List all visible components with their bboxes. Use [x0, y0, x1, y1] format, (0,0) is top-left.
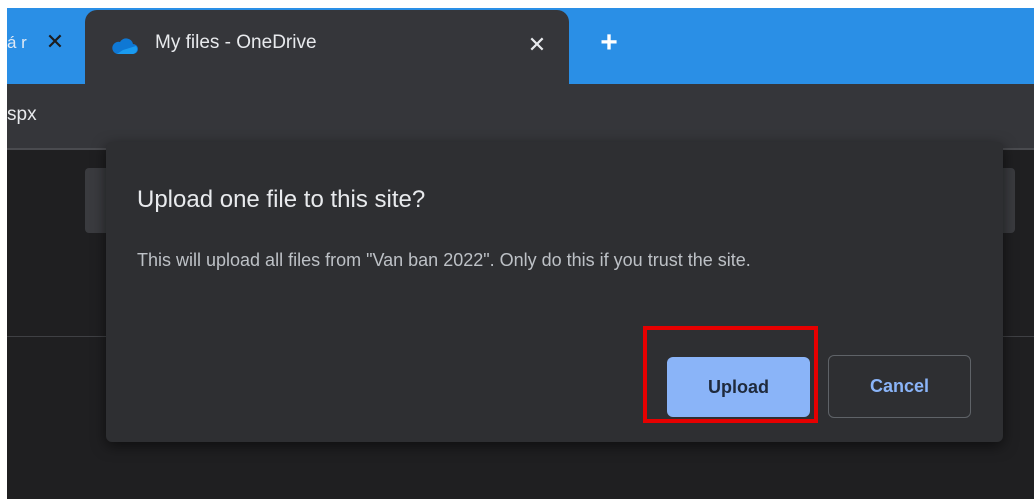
- highlight-box: [643, 326, 818, 423]
- tab-title: My files - OneDrive: [155, 32, 317, 53]
- cancel-button[interactable]: Cancel: [828, 355, 971, 418]
- browser-window: á r ✕ My files - OneDrive ✕ + spx Upload…: [7, 8, 1034, 499]
- onedrive-cloud-icon: [112, 38, 138, 54]
- tab-previous-title: á r: [7, 33, 27, 52]
- tab-strip: á r ✕ My files - OneDrive ✕ +: [7, 8, 1034, 84]
- tab-active[interactable]: My files - OneDrive ✕: [85, 10, 569, 84]
- address-bar-url[interactable]: spx: [7, 104, 37, 126]
- close-icon[interactable]: ✕: [523, 31, 551, 59]
- address-bar-row: spx: [7, 84, 1034, 148]
- upload-confirm-dialog: Upload one file to this site? This will …: [106, 142, 1003, 442]
- dialog-title: Upload one file to this site?: [137, 186, 426, 213]
- close-icon[interactable]: ✕: [43, 29, 67, 54]
- dialog-message: This will upload all files from "Van ban…: [137, 250, 751, 270]
- plus-icon[interactable]: +: [591, 25, 627, 61]
- tab-previous[interactable]: á r ✕: [7, 8, 91, 78]
